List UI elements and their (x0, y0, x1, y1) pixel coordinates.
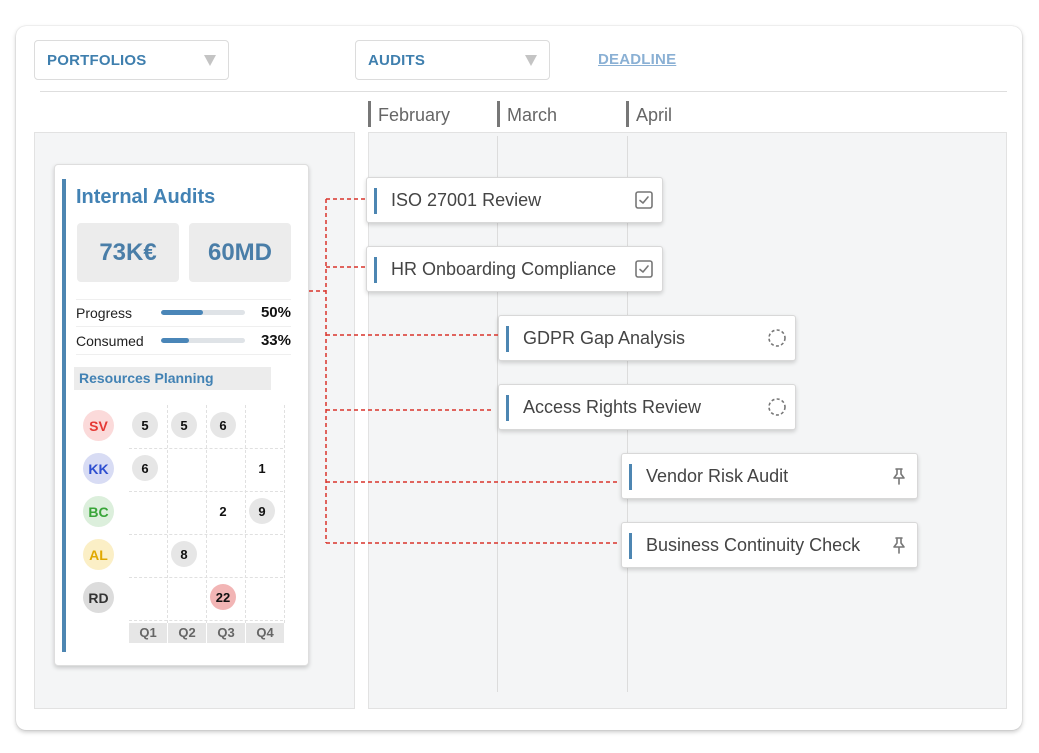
task-connector-lines (309, 198, 619, 544)
